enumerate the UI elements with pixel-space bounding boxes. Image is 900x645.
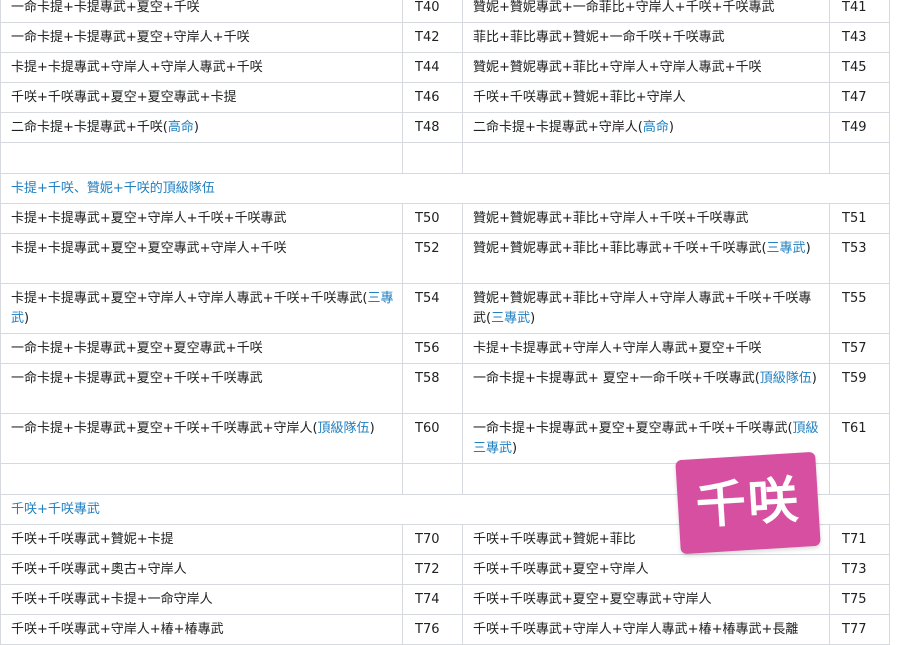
table-row: 一命卡提+卡提專武+夏空+夏空專武+千咲 T56 卡提+卡提專武+守岸人+守岸人…	[0, 333, 890, 364]
tier-code: T42	[402, 22, 463, 53]
team-cell: 卡提+卡提專武+守岸人+守岸人專武+千咲	[0, 52, 403, 83]
team-cell: 一命卡提+卡提專武+夏空+千咲+千咲專武	[0, 363, 403, 414]
team-cell: 千咲+千咲專武+贊妮+菲比+守岸人	[462, 82, 830, 113]
table-row: 千咲+千咲專武+守岸人+椿+椿專武 T76 千咲+千咲專武+守岸人+守岸人專武+…	[0, 614, 890, 645]
tier-code: T56	[402, 333, 463, 364]
tier-code: T60	[402, 413, 463, 464]
tier-code: T48	[402, 112, 463, 143]
tier-code: T71	[829, 524, 890, 555]
tier-code: T52	[402, 233, 463, 284]
tier-code: T61	[829, 413, 890, 464]
tier-code: T49	[829, 112, 890, 143]
table-row: 二命卡提+卡提專武+千咲(高命) T48 二命卡提+卡提專武+守岸人(高命) T…	[0, 112, 890, 143]
team-cell: 二命卡提+卡提專武+守岸人(高命)	[462, 112, 830, 143]
team-cell: 千咲+千咲專武+夏空+守岸人	[462, 554, 830, 585]
table-row: 一命卡提+卡提專武+夏空+千咲+千咲專武 T58 一命卡提+卡提專武+ 夏空+一…	[0, 363, 890, 414]
note-link[interactable]: 三專武	[767, 241, 806, 256]
tier-code: T57	[829, 333, 890, 364]
team-cell: 贊妮+贊妮專武+菲比+守岸人+千咲+千咲專武	[462, 203, 830, 234]
table-row: 卡提+卡提專武+夏空+夏空專武+守岸人+千咲 T52 贊妮+贊妮專武+菲比+菲比…	[0, 233, 890, 284]
team-cell: 千咲+千咲專武+守岸人+守岸人專武+椿+椿專武+長離	[462, 614, 830, 645]
table-row: 千咲+千咲專武+卡提+一命守岸人 T74 千咲+千咲專武+夏空+夏空專武+守岸人…	[0, 584, 890, 615]
note-link[interactable]: 高命	[168, 120, 194, 135]
team-cell: 二命卡提+卡提專武+千咲(高命)	[0, 112, 403, 143]
team-cell: 卡提+卡提專武+守岸人+守岸人專武+夏空+千咲	[462, 333, 830, 364]
team-cell: 贊妮+贊妮專武+菲比+守岸人+守岸人專武+千咲+千咲專武(三專武)	[462, 283, 830, 334]
note-link[interactable]: 頂級隊伍	[760, 371, 812, 386]
table-row: 千咲+千咲專武+奧古+守岸人 T72 千咲+千咲專武+夏空+守岸人 T73	[0, 554, 890, 585]
team-cell: 千咲+千咲專武+贊妮+卡提	[0, 524, 403, 555]
table-row: 千咲+千咲專武+夏空+夏空專武+卡提 T46 千咲+千咲專武+贊妮+菲比+守岸人…	[0, 82, 890, 113]
note-link[interactable]: 三專武	[491, 311, 530, 326]
tier-code: T70	[402, 524, 463, 555]
tier-code: T74	[402, 584, 463, 615]
team-cell: 千咲+千咲專武+卡提+一命守岸人	[0, 584, 403, 615]
tier-code: T40	[402, 0, 463, 23]
team-cell: 千咲+千咲專武+夏空+夏空專武+卡提	[0, 82, 403, 113]
team-cell: 贊妮+贊妮專武+一命菲比+守岸人+千咲+千咲專武	[462, 0, 830, 23]
team-cell: 卡提+卡提專武+夏空+守岸人+千咲+千咲專武	[0, 203, 403, 234]
team-cell: 一命卡提+卡提專武+夏空+千咲+千咲專武+守岸人(頂級隊伍)	[0, 413, 403, 464]
tier-code: T73	[829, 554, 890, 585]
tier-code: T58	[402, 363, 463, 414]
team-cell: 一命卡提+卡提專武+夏空+夏空專武+千咲	[0, 333, 403, 364]
team-cell: 千咲+千咲專武+奧古+守岸人	[0, 554, 403, 585]
team-cell: 菲比+菲比專武+贊妮+一命千咲+千咲專武	[462, 22, 830, 53]
team-cell: 一命卡提+卡提專武+夏空+守岸人+千咲	[0, 22, 403, 53]
tier-code: T41	[829, 0, 890, 23]
note-link[interactable]: 頂級隊伍	[318, 421, 370, 436]
team-cell: 千咲+千咲專武+夏空+夏空專武+守岸人	[462, 584, 830, 615]
tier-code: T50	[402, 203, 463, 234]
tier-code: T43	[829, 22, 890, 53]
tier-code: T72	[402, 554, 463, 585]
note-link[interactable]: 高命	[643, 120, 669, 135]
table-row: 一命卡提+卡提專武+夏空+守岸人+千咲 T42 菲比+菲比專武+贊妮+一命千咲+…	[0, 22, 890, 53]
tier-code: T45	[829, 52, 890, 83]
tier-code: T55	[829, 283, 890, 334]
section-heading-row: 卡提+千咲、贊妮+千咲的頂級隊伍	[0, 173, 890, 204]
table-row: 卡提+卡提專武+守岸人+守岸人專武+千咲 T44 贊妮+贊妮專武+菲比+守岸人+…	[0, 52, 890, 83]
table-row: 一命卡提+卡提專武+夏空+千咲 T40 贊妮+贊妮專武+一命菲比+守岸人+千咲+…	[0, 0, 890, 23]
stamp-label: 千咲	[694, 470, 802, 536]
tier-code: T46	[402, 82, 463, 113]
team-cell: 贊妮+贊妮專武+菲比+守岸人+守岸人專武+千咲	[462, 52, 830, 83]
tier-code: T44	[402, 52, 463, 83]
team-cell: 一命卡提+卡提專武+夏空+千咲	[0, 0, 403, 23]
table-row: 卡提+卡提專武+夏空+守岸人+千咲+千咲專武 T50 贊妮+贊妮專武+菲比+守岸…	[0, 203, 890, 234]
tier-code: T51	[829, 203, 890, 234]
tier-code: T77	[829, 614, 890, 645]
spacer-row	[0, 142, 890, 174]
team-cell: 一命卡提+卡提專武+ 夏空+一命千咲+千咲專武(頂級隊伍)	[462, 363, 830, 414]
tier-code: T76	[402, 614, 463, 645]
table-row: 卡提+卡提專武+夏空+守岸人+守岸人專武+千咲+千咲專武(三專武) T54 贊妮…	[0, 283, 890, 334]
team-cell: 千咲+千咲專武+守岸人+椿+椿專武	[0, 614, 403, 645]
tier-code: T53	[829, 233, 890, 284]
character-name-stamp: 千咲	[675, 451, 821, 555]
tier-code: T75	[829, 584, 890, 615]
tier-code: T54	[402, 283, 463, 334]
team-cell: 卡提+卡提專武+夏空+守岸人+守岸人專武+千咲+千咲專武(三專武)	[0, 283, 403, 334]
tier-code: T59	[829, 363, 890, 414]
team-cell: 卡提+卡提專武+夏空+夏空專武+守岸人+千咲	[0, 233, 403, 284]
section-heading: 卡提+千咲、贊妮+千咲的頂級隊伍	[0, 173, 890, 204]
team-cell: 贊妮+贊妮專武+菲比+菲比專武+千咲+千咲專武(三專武)	[462, 233, 830, 284]
tier-code: T47	[829, 82, 890, 113]
